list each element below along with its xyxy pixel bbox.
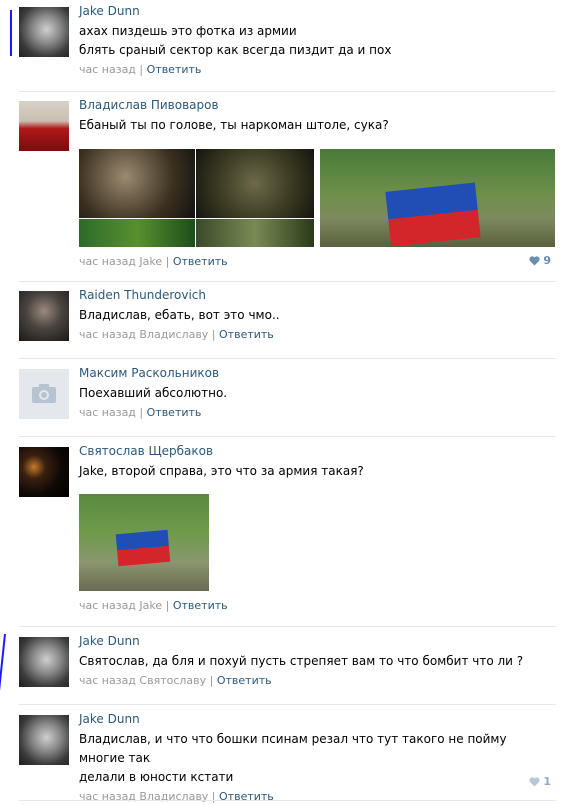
attached-photo[interactable] xyxy=(196,149,314,218)
reply-to[interactable]: Святославу xyxy=(139,674,206,687)
comment-author[interactable]: Jake Dunn xyxy=(79,633,556,649)
annotation-line-bottom xyxy=(0,633,6,764)
comment-meta: час назад | Ответить xyxy=(79,62,556,78)
comment-text-line: Ебаный ты по голове, ты наркоман штоле, … xyxy=(79,118,389,132)
reply-button[interactable]: Ответить xyxy=(217,674,272,687)
flag xyxy=(385,182,481,247)
comment-separator xyxy=(19,358,556,359)
attached-photo[interactable] xyxy=(196,219,314,247)
reply-button[interactable]: Ответить xyxy=(147,63,202,76)
like-count: 9 xyxy=(543,254,551,267)
like-button[interactable]: 1 xyxy=(528,775,551,788)
comment-time[interactable]: час назад xyxy=(79,674,136,687)
avatar[interactable] xyxy=(19,7,69,57)
comment-text-line: ахах пиздешь это фотка из армии xyxy=(79,24,297,38)
comment-meta: час назад Jake | Ответить xyxy=(79,254,228,270)
comment-text: Владислав, ебать, вот это чмо.. xyxy=(79,306,556,325)
comment-text-line: Поехавший абсолютно. xyxy=(79,386,228,400)
meta-separator: | xyxy=(162,255,173,268)
comment-time[interactable]: час назад xyxy=(79,328,136,341)
reply-button[interactable]: Ответить xyxy=(173,255,228,268)
reply-button[interactable]: Ответить xyxy=(219,790,274,803)
comment-text: ахах пиздешь это фотка из армии блять ср… xyxy=(79,22,556,60)
attached-photo[interactable] xyxy=(79,494,209,591)
meta-separator: | xyxy=(135,63,147,76)
like-count: 1 xyxy=(543,775,551,788)
comment-text-line: Владислав, ебать, вот это чмо.. xyxy=(79,308,280,322)
attached-photo[interactable] xyxy=(79,149,195,218)
attached-photo[interactable] xyxy=(320,149,555,247)
meta-separator: | xyxy=(162,599,173,612)
avatar[interactable] xyxy=(19,291,69,341)
reply-to[interactable]: Владиславу xyxy=(139,790,208,803)
comment-time[interactable]: час назад xyxy=(79,790,136,803)
flag xyxy=(115,529,171,567)
annotation-line-top xyxy=(10,10,12,56)
avatar[interactable] xyxy=(19,637,69,687)
comment-separator xyxy=(19,704,556,705)
heart-icon xyxy=(528,777,540,787)
comment-text: Jake, второй справа, это что за армия та… xyxy=(79,462,556,481)
comment-time[interactable]: час назад xyxy=(79,406,136,419)
like-button[interactable]: 9 xyxy=(528,254,551,267)
heart-icon xyxy=(528,256,540,266)
comment-text: Ебаный ты по голове, ты наркоман штоле, … xyxy=(79,116,556,135)
comment-text: Владислав, и что что бошки псинам резал … xyxy=(79,730,556,787)
comment-meta: час назад Владиславу | Ответить xyxy=(79,327,556,343)
comment-author[interactable]: Святослав Щербаков xyxy=(79,443,556,459)
reply-to[interactable]: Владиславу xyxy=(139,328,208,341)
reply-button[interactable]: Ответить xyxy=(219,328,274,341)
comment-text: Поехавший абсолютно. xyxy=(79,384,556,403)
avatar[interactable] xyxy=(19,715,69,765)
meta-separator: | xyxy=(135,406,147,419)
meta-separator: | xyxy=(206,674,217,687)
comment-meta: час назад Владиславу | Ответить xyxy=(79,789,556,805)
comment-separator xyxy=(19,800,556,801)
comment-separator xyxy=(19,436,556,437)
attached-photo[interactable] xyxy=(79,219,195,247)
meta-separator: | xyxy=(208,790,220,803)
reply-button[interactable]: Ответить xyxy=(147,406,202,419)
comment-time[interactable]: час назад xyxy=(79,599,136,612)
reply-button[interactable]: Ответить xyxy=(173,599,228,612)
reply-to[interactable]: Jake xyxy=(139,599,162,612)
comment-author[interactable]: Jake Dunn xyxy=(79,3,556,19)
comment-author[interactable]: Jake Dunn xyxy=(79,711,556,727)
comment-meta: час назад | Ответить xyxy=(79,405,556,421)
reply-to[interactable]: Jake xyxy=(139,255,162,268)
meta-separator: | xyxy=(208,328,220,341)
comment-text-line: блять сраный сектор как всегда пиздит да… xyxy=(79,43,392,57)
comment-separator xyxy=(19,281,556,282)
comment-text-line: делали в юности кстати xyxy=(79,770,234,784)
comment-meta: час назад Jake | Ответить xyxy=(79,598,228,614)
comment-text-line: Владислав, и что что бошки псинам резал … xyxy=(79,732,507,765)
avatar[interactable] xyxy=(19,101,69,151)
comment-meta: час назад Святославу | Ответить xyxy=(79,673,556,689)
comment-text-line: Jake, второй справа, это что за армия та… xyxy=(79,464,364,478)
comment-text-line: Святослав, да бля и похуй пусть стрепяет… xyxy=(79,654,524,668)
comment-separator xyxy=(19,626,556,627)
comment-time[interactable]: час назад xyxy=(79,255,136,268)
comment-author[interactable]: Raiden Thunderovich xyxy=(79,287,556,303)
comment-time[interactable]: час назад xyxy=(79,63,136,76)
comment-text: Святослав, да бля и похуй пусть стрепяет… xyxy=(79,652,556,671)
camera-icon xyxy=(32,384,56,403)
comment-author[interactable]: Максим Раскольников xyxy=(79,365,556,381)
comment-author[interactable]: Владислав Пивоваров xyxy=(79,97,556,113)
avatar[interactable] xyxy=(19,447,69,497)
comment-separator xyxy=(19,91,556,92)
avatar[interactable] xyxy=(19,369,69,419)
